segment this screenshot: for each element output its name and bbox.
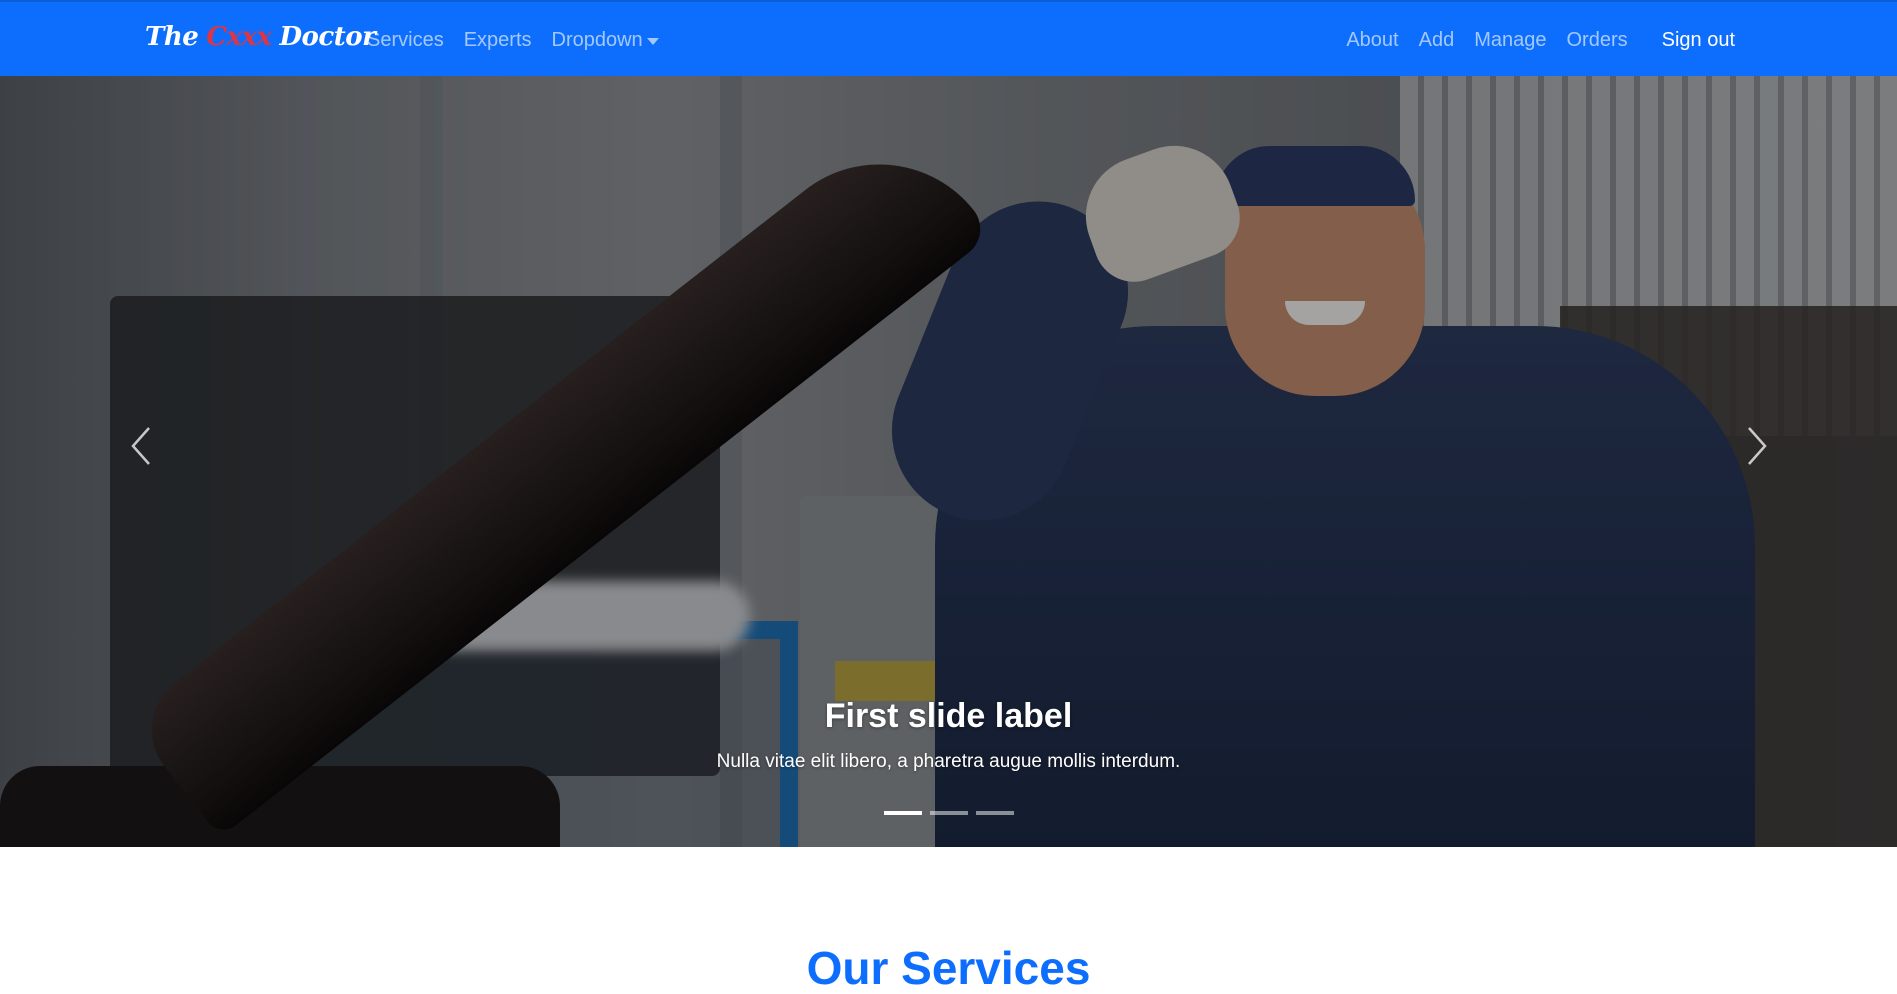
brand-word-the: The	[145, 22, 199, 52]
nav-link-orders[interactable]: Orders	[1556, 29, 1637, 52]
hero-carousel: First slide label Nulla vitae elit liber…	[0, 76, 1897, 847]
nav-link-experts[interactable]: Experts	[454, 29, 542, 52]
navbar: The Cxxx Doctor Services Experts Dropdow…	[0, 0, 1897, 76]
nav-dropdown-label: Dropdown	[551, 28, 643, 51]
nav-left-menu: Services Experts Dropdown	[357, 2, 669, 78]
nav-right-menu: About Add Manage Orders Sign out	[1336, 2, 1745, 78]
caption-text: Nulla vitae elit libero, a pharetra augu…	[716, 750, 1181, 772]
sign-out-button[interactable]: Sign out	[1652, 29, 1745, 52]
carousel-next-button[interactable]	[1726, 416, 1786, 476]
nav-dropdown-toggle[interactable]: Dropdown	[542, 29, 669, 52]
nav-link-services[interactable]: Services	[357, 29, 454, 52]
our-services-heading: Our Services	[806, 942, 1091, 994]
carousel-prev-button[interactable]	[112, 416, 172, 476]
carousel-indicator-2[interactable]	[929, 811, 968, 815]
chevron-left-icon	[131, 427, 150, 465]
nav-link-about[interactable]: About	[1336, 29, 1408, 52]
caption-title: First slide label	[824, 697, 1073, 735]
carousel-indicator-1[interactable]	[883, 811, 922, 815]
brand-logo[interactable]: The Cxxx Doctor	[145, 22, 376, 58]
caret-down-icon	[646, 37, 659, 45]
brand-word-car: Cxxx	[206, 22, 272, 52]
nav-link-add[interactable]: Add	[1409, 29, 1465, 52]
nav-link-manage[interactable]: Manage	[1464, 29, 1556, 52]
carousel-indicator-3[interactable]	[975, 811, 1014, 815]
chevron-right-icon	[1748, 427, 1767, 465]
carousel-caption: First slide label Nulla vitae elit liber…	[0, 696, 1897, 773]
carousel-indicators	[0, 811, 1897, 815]
